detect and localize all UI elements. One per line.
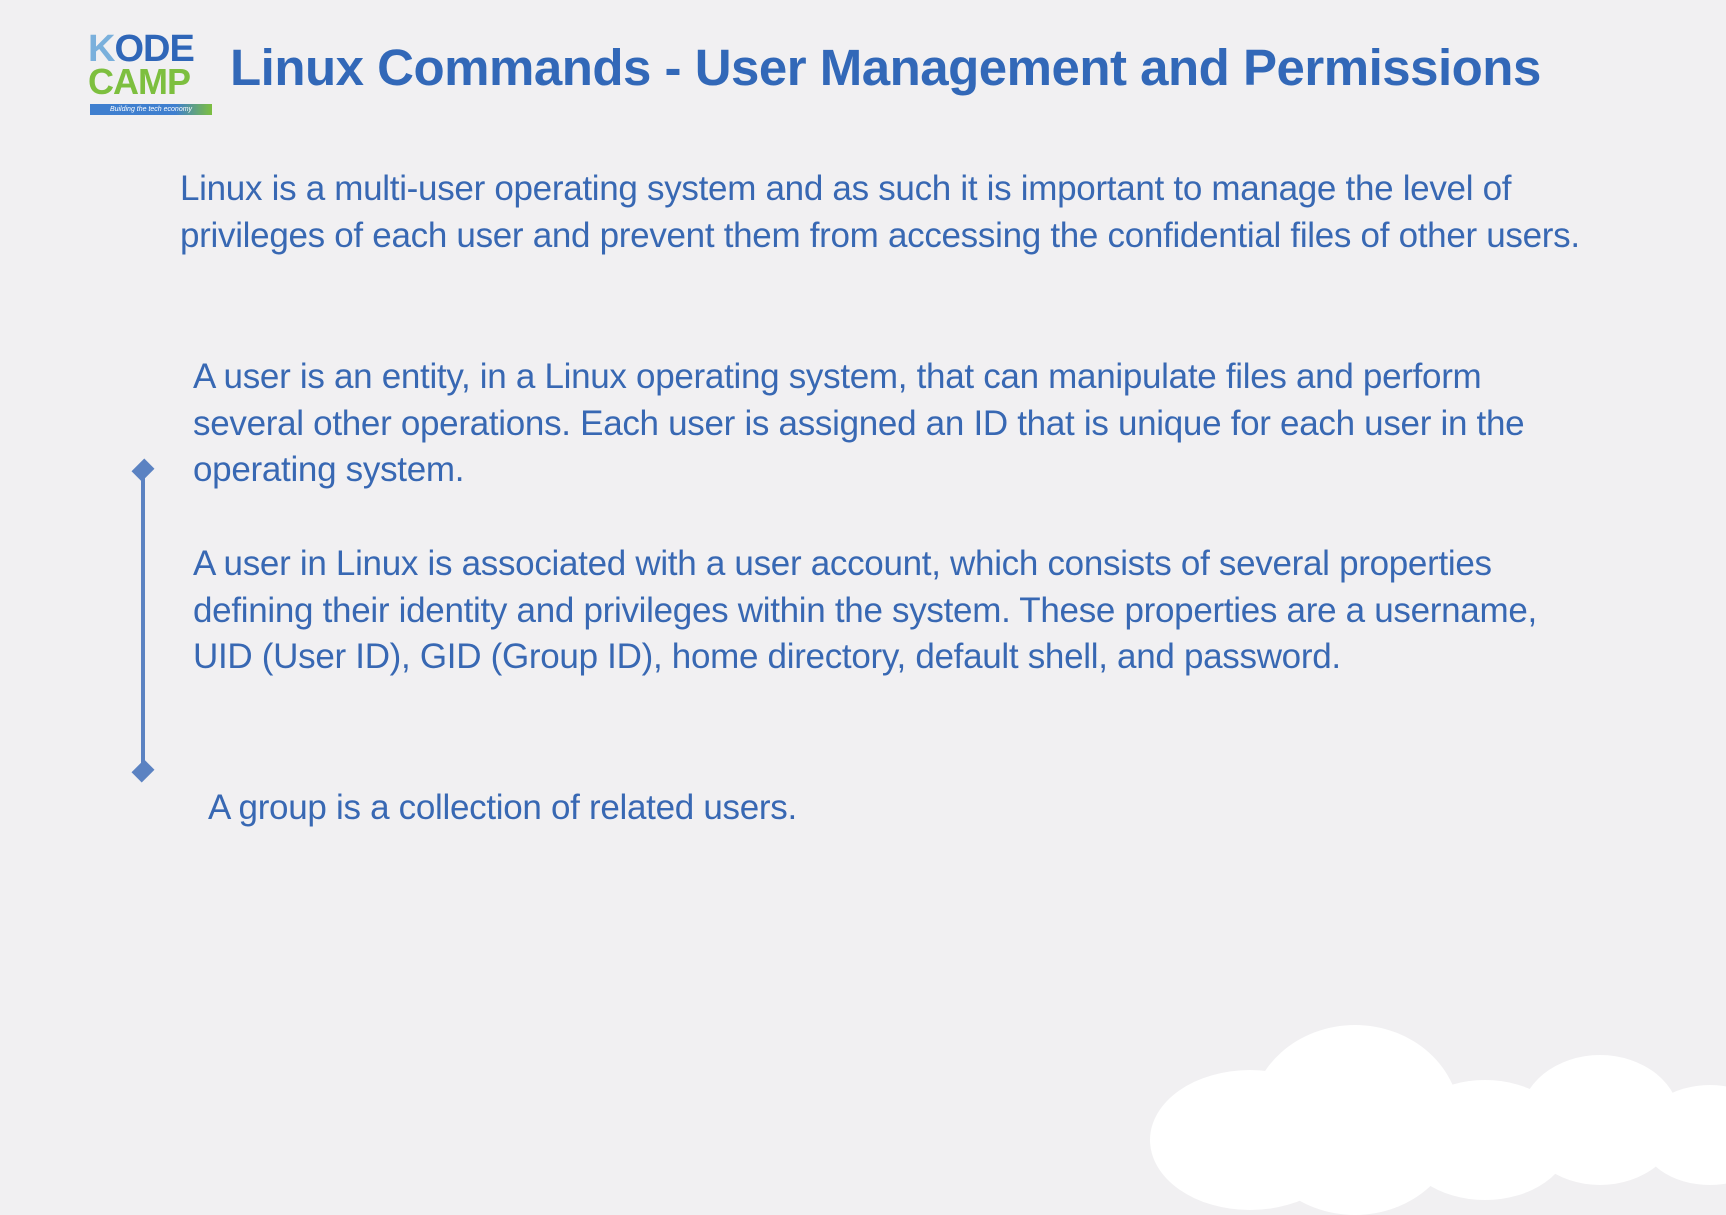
kodecamp-logo: KODE CAMP Building the tech economy <box>88 30 216 120</box>
user-account-paragraph: A user in Linux is associated with a use… <box>193 544 1537 676</box>
diamond-top-icon <box>131 458 155 482</box>
group-definition-paragraph: A group is a collection of related users… <box>208 788 797 827</box>
intro-paragraph: Linux is a multi-user operating system a… <box>180 169 1580 255</box>
logo-tagline: Building the tech economy <box>90 104 212 115</box>
timeline-line <box>141 472 145 772</box>
slide-title: Linux Commands - User Management and Per… <box>230 39 1541 96</box>
timeline-connector <box>128 456 158 796</box>
logo-text-camp: CAMP <box>88 61 191 102</box>
slide: KODE CAMP Building the tech economy Linu… <box>0 0 1726 1215</box>
user-definition-paragraph: A user is an entity, in a Linux operatin… <box>193 357 1525 489</box>
diamond-bottom-icon <box>131 759 155 783</box>
